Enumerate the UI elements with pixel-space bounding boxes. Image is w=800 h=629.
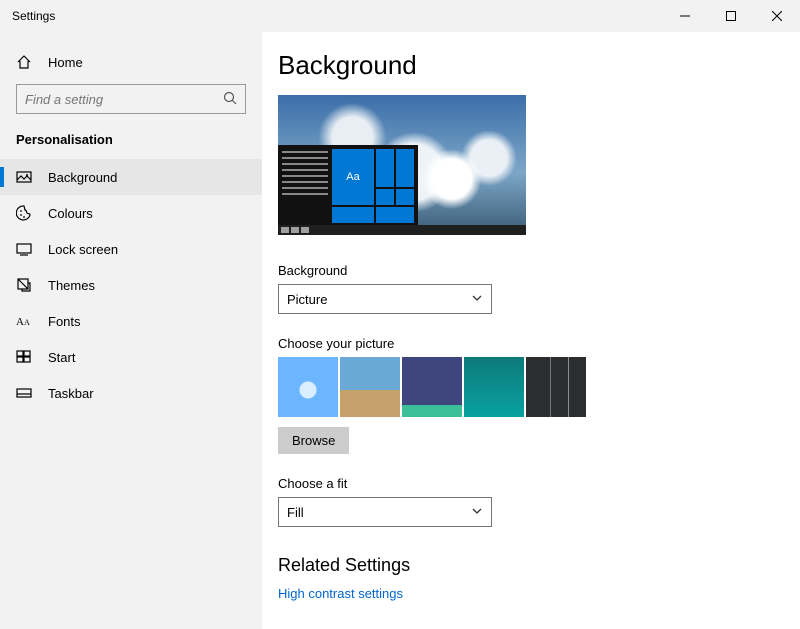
sidebar-item-label: Start xyxy=(48,350,75,365)
window-controls xyxy=(662,0,800,32)
sidebar-item-taskbar[interactable]: Taskbar xyxy=(0,375,262,411)
search-icon xyxy=(223,91,237,108)
choose-picture-label: Choose your picture xyxy=(278,336,800,351)
background-dropdown-label: Background xyxy=(278,263,800,278)
sidebar-item-label: Themes xyxy=(48,278,95,293)
category-label: Personalisation xyxy=(0,132,262,159)
svg-text:A: A xyxy=(16,316,24,328)
sidebar-item-label: Taskbar xyxy=(48,386,94,401)
picture-thumbnail[interactable] xyxy=(464,357,524,417)
sidebar-item-label: Background xyxy=(48,170,117,185)
picture-icon xyxy=(16,169,32,185)
sidebar-item-colours[interactable]: Colours xyxy=(0,195,262,231)
picture-thumbnails xyxy=(278,357,800,417)
sidebar-item-start[interactable]: Start xyxy=(0,339,262,375)
preview-start-menu: Aa xyxy=(278,145,418,225)
sidebar-item-fonts[interactable]: AA Fonts xyxy=(0,303,262,339)
sidebar-item-background[interactable]: Background xyxy=(0,159,262,195)
close-icon xyxy=(772,11,782,21)
content-pane[interactable]: Background Aa Background Picture xyxy=(262,32,800,629)
titlebar: Settings xyxy=(0,0,800,32)
taskbar-icon xyxy=(16,385,32,401)
window-title: Settings xyxy=(12,9,55,23)
high-contrast-link[interactable]: High contrast settings xyxy=(278,586,800,601)
fit-dropdown-value: Fill xyxy=(287,505,304,520)
sidebar-item-label: Colours xyxy=(48,206,93,221)
start-icon xyxy=(16,349,32,365)
chevron-down-icon xyxy=(471,292,483,307)
close-button[interactable] xyxy=(754,0,800,32)
sidebar-item-label: Lock screen xyxy=(48,242,118,257)
home-label: Home xyxy=(48,55,83,70)
search-input-wrapper[interactable] xyxy=(16,84,246,114)
search-input[interactable] xyxy=(25,92,223,107)
sidebar-item-themes[interactable]: Themes xyxy=(0,267,262,303)
picture-thumbnail[interactable] xyxy=(340,357,400,417)
home-button[interactable]: Home xyxy=(0,44,262,80)
preview-sample-tile: Aa xyxy=(332,149,374,205)
maximize-button[interactable] xyxy=(708,0,754,32)
related-settings-title: Related Settings xyxy=(278,555,800,576)
page-title: Background xyxy=(278,50,800,81)
background-dropdown-value: Picture xyxy=(287,292,327,307)
background-preview: Aa xyxy=(278,95,526,235)
home-icon xyxy=(16,54,32,70)
minimize-button[interactable] xyxy=(662,0,708,32)
maximize-icon xyxy=(726,11,736,21)
themes-icon xyxy=(16,277,32,293)
sidebar: Home Personalisation Background Colours xyxy=(0,32,262,629)
picture-thumbnail[interactable] xyxy=(526,357,586,417)
browse-button[interactable]: Browse xyxy=(278,427,349,454)
fonts-icon: AA xyxy=(16,313,32,329)
fit-dropdown[interactable]: Fill xyxy=(278,497,492,527)
picture-thumbnail[interactable] xyxy=(278,357,338,417)
sidebar-item-label: Fonts xyxy=(48,314,81,329)
lock-screen-icon xyxy=(16,241,32,257)
choose-fit-label: Choose a fit xyxy=(278,476,800,491)
sidebar-item-lock-screen[interactable]: Lock screen xyxy=(0,231,262,267)
palette-icon xyxy=(16,205,32,221)
minimize-icon xyxy=(680,11,690,21)
background-dropdown[interactable]: Picture xyxy=(278,284,492,314)
chevron-down-icon xyxy=(471,505,483,520)
svg-text:A: A xyxy=(24,318,30,327)
picture-thumbnail[interactable] xyxy=(402,357,462,417)
